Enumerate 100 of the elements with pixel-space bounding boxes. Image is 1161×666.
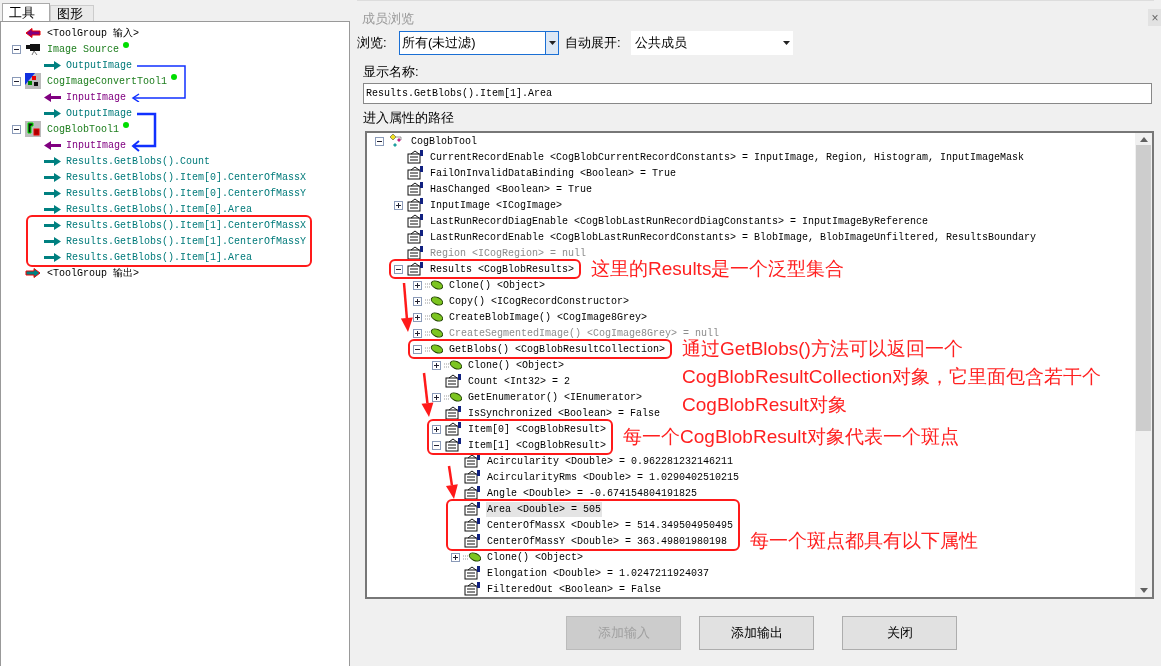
tree-item[interactable]: Count <Int32> = 2: [467, 373, 572, 389]
tree-item[interactable]: Results <CogBlobResults>: [429, 261, 576, 277]
collapse-icon[interactable]: [412, 344, 422, 354]
browse-dropdown[interactable]: 所有(未过滤): [399, 31, 559, 55]
tree-item[interactable]: OutputImage: [66, 57, 132, 73]
tree-item[interactable]: LastRunRecordDiagEnable <CogBlobLastRunRecordDiagConstants> = InputImageByReference: [429, 213, 930, 229]
method-icon: [425, 327, 443, 339]
annotation-note: 每一个斑点都具有以下属性: [750, 529, 979, 553]
arrow-right-icon: [43, 252, 61, 262]
tree-item[interactable]: CogBlobTool: [410, 133, 478, 149]
arrow-right-icon: [43, 108, 61, 118]
collapse-icon[interactable]: [11, 44, 21, 54]
tree-item[interactable]: Results.GetBlobs().Item[0].CenterOfMassX: [66, 169, 307, 185]
scroll-up-icon[interactable]: [1139, 137, 1148, 142]
tree-item[interactable]: CurrentRecordEnable <CogBlobCurrentRecordConstants> = InputImage, Region, Histogram, InputImageMask: [429, 149, 1026, 165]
tree-item[interactable]: Angle <Double> = -0.674154804191825: [486, 485, 699, 501]
tree-item[interactable]: InputImage: [66, 137, 126, 153]
method-icon: [444, 391, 462, 403]
tree-item[interactable]: InputImage: [66, 89, 126, 105]
tree-item[interactable]: CogImageConvertTool1: [47, 73, 168, 89]
tree-item[interactable]: Area <Double> = 505: [486, 501, 603, 517]
tree-item[interactable]: Clone() <Object>: [486, 549, 584, 565]
tree-item[interactable]: CenterOfMassX <Double> = 514.349504950495: [486, 517, 735, 533]
method-icon: [463, 551, 481, 563]
collapse-icon[interactable]: [393, 264, 403, 274]
tree-item[interactable]: Item[1] <CogBlobResult>: [467, 437, 608, 453]
tree-item[interactable]: LastRunRecordEnable <CogBlobLastRunRecordConstants> = BlobImage, BlobImageUnfiltered, ResultsBoundary: [429, 229, 1038, 245]
tree-item[interactable]: Clone() <Object>: [448, 277, 546, 293]
expand-icon[interactable]: [412, 296, 422, 306]
tree-item[interactable]: IsSynchronized <Boolean> = False: [467, 405, 662, 421]
close-button[interactable]: ×: [1148, 9, 1161, 26]
arrow-right-icon: [25, 268, 41, 278]
tree-item[interactable]: Results.GetBlobs().Item[1].CenterOfMassY: [66, 233, 307, 249]
property-icon: [406, 262, 424, 276]
tree-item[interactable]: GetBlobs() <CogBlobResultCollection>: [448, 341, 667, 357]
path-label: 进入属性的路径: [363, 110, 455, 126]
expand-icon[interactable]: [431, 360, 441, 370]
method-icon: [425, 295, 443, 307]
dialog-title: 成员浏览: [361, 10, 414, 28]
tree-item[interactable]: CogBlobTool1: [47, 121, 119, 137]
expand-icon[interactable]: [412, 312, 422, 322]
annotation-note: 每一个CogBlobResult对象代表一个斑点: [623, 425, 959, 449]
tab[interactable]: 图形: [50, 5, 94, 21]
expand-icon[interactable]: [412, 280, 422, 290]
browse-label: 浏览:: [357, 34, 388, 53]
tree-item[interactable]: FailOnInvalidDataBinding <Boolean> = True: [429, 165, 678, 181]
tree-item[interactable]: Copy() <ICogRecordConstructor>: [448, 293, 631, 309]
tree-item[interactable]: Acircularity <Double> = 0.962281232146211: [486, 453, 735, 469]
expand-icon[interactable]: [393, 200, 403, 210]
caret-icon: [548, 41, 556, 45]
tree-item[interactable]: Results.GetBlobs().Item[1].Area: [66, 249, 253, 265]
property-icon: [406, 246, 424, 260]
tree-item[interactable]: CenterOfMassY <Double> = 363.49801980198: [486, 533, 729, 549]
collapse-icon[interactable]: [11, 124, 21, 134]
dialog-button[interactable]: 添加输出: [699, 616, 814, 650]
scroll-down-icon[interactable]: [1139, 588, 1148, 593]
tree-item[interactable]: OutputImage: [66, 105, 132, 121]
dialog-button[interactable]: 关闭: [842, 616, 957, 650]
tree-item[interactable]: InputImage <ICogImage>: [429, 197, 564, 213]
display-name-field[interactable]: Results.GetBlobs().Item[1].Area: [363, 83, 1152, 104]
property-icon: [463, 534, 481, 548]
auto-expand-dropdown[interactable]: 公共成员: [631, 31, 793, 55]
tab[interactable]: 工具: [2, 3, 50, 21]
blob-tool-icon: [25, 121, 41, 137]
collapse-icon[interactable]: [431, 440, 441, 450]
property-icon: [463, 502, 481, 516]
scrollbar-thumb[interactable]: [1136, 145, 1151, 431]
annotation-note: 这里的Results是一个泛型集合: [591, 257, 845, 281]
tree-item[interactable]: HasChanged <Boolean> = True: [429, 181, 594, 197]
property-icon: [444, 438, 462, 452]
method-icon: [425, 279, 443, 291]
tree-item[interactable]: GetEnumerator() <IEnumerator>: [467, 389, 644, 405]
property-icon: [463, 566, 481, 580]
annotation-note: 通过GetBlobs()方法可以返回一个CogBlobResultCollection对象，它里面包含若干个CogBlobResult对象: [682, 337, 1103, 417]
caret-icon: [782, 41, 790, 45]
expand-icon[interactable]: [450, 552, 460, 562]
property-icon: [406, 150, 424, 164]
tree-item[interactable]: Image Source: [47, 41, 119, 57]
tree-item[interactable]: CreateBlobImage() <CogImage8Grey>: [448, 309, 649, 325]
collapse-icon[interactable]: [11, 76, 21, 86]
tree-item[interactable]: <ToolGroup 输入>: [47, 25, 139, 41]
tree-item[interactable]: <ToolGroup 输出>: [47, 265, 139, 281]
arrow-right-icon: [43, 156, 61, 166]
property-icon: [463, 486, 481, 500]
tree-item[interactable]: Results.GetBlobs().Item[1].CenterOfMassX: [66, 217, 307, 233]
property-icon: [463, 582, 481, 596]
tree-item[interactable]: AcircularityRms <Double> = 1.0290402510215: [486, 469, 741, 485]
display-name-label: 显示名称:: [363, 64, 420, 80]
arrow-right-icon: [43, 172, 61, 182]
collapse-icon[interactable]: [374, 136, 384, 146]
expand-icon[interactable]: [431, 392, 441, 402]
tree-item[interactable]: Results.GetBlobs().Item[0].Area: [66, 201, 253, 217]
tree-item[interactable]: Results.GetBlobs().Item[0].CenterOfMassY: [66, 185, 307, 201]
scrollbar[interactable]: [1135, 133, 1152, 597]
tree-item[interactable]: FilteredOut <Boolean> = False: [486, 581, 663, 597]
expand-icon[interactable]: [431, 424, 441, 434]
tree-item[interactable]: Results.GetBlobs().Count: [66, 153, 211, 169]
tree-item[interactable]: Clone() <Object>: [467, 357, 565, 373]
tree-item[interactable]: Item[0] <CogBlobResult>: [467, 421, 608, 437]
tree-item[interactable]: Elongation <Double> = 1.0247211924037: [486, 565, 711, 581]
